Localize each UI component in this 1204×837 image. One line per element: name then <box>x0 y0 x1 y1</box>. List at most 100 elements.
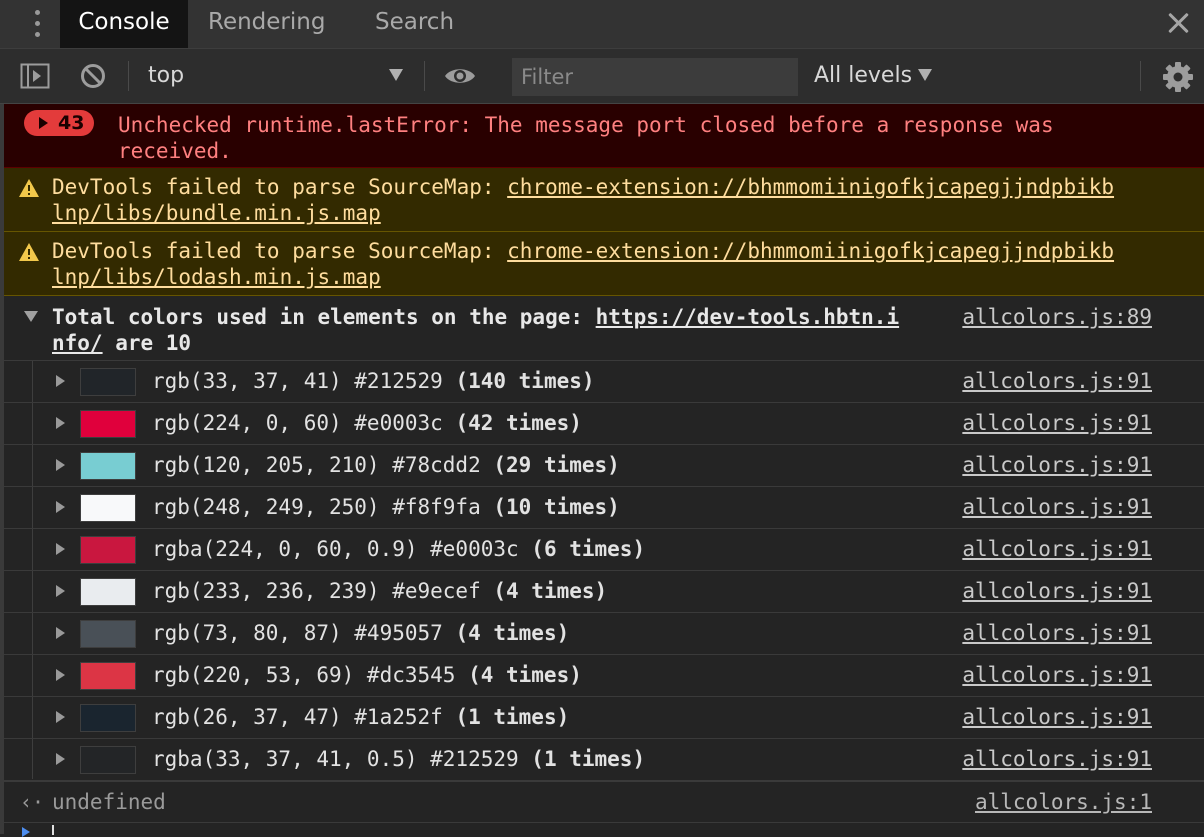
color-count: (1 times) <box>531 747 646 771</box>
warning-text: DevTools failed to parse SourceMap: chro… <box>52 174 1182 226</box>
expand-arrow-icon[interactable] <box>56 753 65 765</box>
color-row[interactable]: rgb(73, 80, 87) #495057 (4 times) allcol… <box>4 613 1204 655</box>
color-text: rgb(220, 53, 69) #dc3545 (4 times) <box>152 663 582 687</box>
console-warning-message: DevTools failed to parse SourceMap: chro… <box>4 168 1204 232</box>
console-result: ‹· undefined allcolors.js:1 <box>4 781 1204 822</box>
warning-prefix: DevTools failed to parse SourceMap: <box>52 175 508 199</box>
return-value-icon: ‹· <box>20 790 45 814</box>
gear-icon[interactable] <box>1162 61 1194 93</box>
expand-arrow-icon[interactable] <box>56 417 65 429</box>
filter-input[interactable] <box>512 58 798 96</box>
log-levels-dropdown[interactable]: All levels <box>814 63 912 88</box>
source-link[interactable]: allcolors.js:91 <box>962 621 1152 645</box>
color-row[interactable]: rgb(248, 249, 250) #f8f9fa (10 times) al… <box>4 487 1204 529</box>
console-toolbar: top All levels <box>0 49 1204 104</box>
chevron-down-icon[interactable] <box>918 69 932 81</box>
color-value: rgb(33, 37, 41) #212529 <box>152 369 456 393</box>
source-link[interactable]: allcolors.js:91 <box>962 495 1152 519</box>
color-row[interactable]: rgb(33, 37, 41) #212529 (140 times) allc… <box>4 361 1204 403</box>
expand-arrow-icon[interactable] <box>56 501 65 513</box>
source-link[interactable]: allcolors.js:91 <box>962 705 1152 729</box>
color-swatch <box>80 662 136 690</box>
color-value: rgb(26, 37, 47) #1a252f <box>152 705 456 729</box>
expand-arrow-icon[interactable] <box>56 711 65 723</box>
color-text: rgb(73, 80, 87) #495057 (4 times) <box>152 621 569 645</box>
drawer-tab-bar: Console Rendering Search <box>0 0 1204 49</box>
more-options-icon[interactable] <box>22 6 52 42</box>
color-count: (1 times) <box>455 705 570 729</box>
color-row[interactable]: rgb(26, 37, 47) #1a252f (1 times) allcol… <box>4 697 1204 739</box>
source-link[interactable]: allcolors.js:91 <box>962 453 1152 477</box>
color-swatch <box>80 368 136 396</box>
expand-arrow-icon[interactable] <box>56 669 65 681</box>
console-group-header[interactable]: Total colors used in elements on the pag… <box>4 296 1204 361</box>
source-link[interactable]: allcolors.js:91 <box>962 369 1152 393</box>
color-text: rgb(26, 37, 47) #1a252f (1 times) <box>152 705 569 729</box>
color-value: rgb(248, 249, 250) #f8f9fa <box>152 495 494 519</box>
group-title-prefix: Total colors used in elements on the pag… <box>52 305 596 329</box>
tab-search[interactable]: Search <box>375 0 454 48</box>
color-row[interactable]: rgb(220, 53, 69) #dc3545 (4 times) allco… <box>4 655 1204 697</box>
source-link[interactable]: allcolors.js:1 <box>975 790 1152 814</box>
color-swatch <box>80 494 136 522</box>
source-link[interactable]: allcolors.js:91 <box>962 747 1152 771</box>
collapse-arrow-icon[interactable] <box>24 311 38 322</box>
color-row[interactable]: rgba(33, 37, 41, 0.5) #212529 (1 times) … <box>4 739 1204 781</box>
tab-console[interactable]: Console <box>60 0 188 48</box>
color-swatch <box>80 746 136 774</box>
color-row[interactable]: rgba(224, 0, 60, 0.9) #e0003c (6 times) … <box>4 529 1204 571</box>
color-value: rgba(224, 0, 60, 0.9) #e0003c <box>152 537 532 561</box>
color-count: (4 times) <box>455 621 570 645</box>
clear-console-icon[interactable] <box>80 63 106 89</box>
expand-arrow-icon[interactable] <box>56 375 65 387</box>
context-selector[interactable]: top <box>148 63 184 88</box>
color-text: rgba(224, 0, 60, 0.9) #e0003c (6 times) <box>152 537 645 561</box>
source-link[interactable]: allcolors.js:89 <box>962 304 1152 330</box>
error-text: Unchecked runtime.lastError: The message… <box>118 113 1054 163</box>
group-title-suffix: are 10 <box>102 331 192 355</box>
expand-arrow-icon[interactable] <box>56 627 65 639</box>
toolbar-separator <box>128 61 129 91</box>
show-sidebar-icon[interactable] <box>20 63 50 89</box>
result-value: undefined <box>52 790 166 814</box>
color-count: (42 times) <box>455 411 582 435</box>
color-value: rgb(73, 80, 87) #495057 <box>152 621 456 645</box>
color-count: (140 times) <box>455 369 595 393</box>
console-prompt[interactable] <box>4 822 1204 837</box>
expand-arrow-icon <box>39 117 48 129</box>
console-error-message: 43 Unchecked runtime.lastError: The mess… <box>4 104 1204 168</box>
color-row[interactable]: rgb(233, 236, 239) #e9ecef (4 times) all… <box>4 571 1204 613</box>
close-drawer-icon[interactable] <box>1165 10 1191 36</box>
console-warning-message: DevTools failed to parse SourceMap: chro… <box>4 232 1204 296</box>
warning-icon <box>19 179 39 197</box>
color-swatch <box>80 620 136 648</box>
source-link[interactable]: allcolors.js:91 <box>962 579 1152 603</box>
color-row[interactable]: rgb(120, 205, 210) #78cdd2 (29 times) al… <box>4 445 1204 487</box>
warning-icon <box>19 243 39 261</box>
source-link[interactable]: allcolors.js:91 <box>962 411 1152 435</box>
expand-arrow-icon[interactable] <box>56 459 65 471</box>
color-value: rgb(233, 236, 239) #e9ecef <box>152 579 494 603</box>
color-row[interactable]: rgb(224, 0, 60) #e0003c (42 times) allco… <box>4 403 1204 445</box>
source-link[interactable]: allcolors.js:91 <box>962 663 1152 687</box>
color-text: rgba(33, 37, 41, 0.5) #212529 (1 times) <box>152 747 645 771</box>
tab-rendering[interactable]: Rendering <box>208 0 325 48</box>
toolbar-separator <box>1140 61 1141 91</box>
expand-arrow-icon[interactable] <box>56 543 65 555</box>
source-link[interactable]: allcolors.js:91 <box>962 537 1152 561</box>
eye-icon[interactable] <box>443 65 477 87</box>
color-swatch <box>80 452 136 480</box>
error-count-badge[interactable]: 43 <box>24 110 94 136</box>
color-swatch <box>80 704 136 732</box>
prompt-caret-icon <box>22 827 30 837</box>
color-swatch <box>80 536 136 564</box>
color-swatch <box>80 578 136 606</box>
warning-prefix: DevTools failed to parse SourceMap: <box>52 239 508 263</box>
color-count: (6 times) <box>531 537 646 561</box>
color-count: (10 times) <box>493 495 620 519</box>
color-text: rgb(33, 37, 41) #212529 (140 times) <box>152 369 595 393</box>
expand-arrow-icon[interactable] <box>56 585 65 597</box>
color-text: rgb(224, 0, 60) #e0003c (42 times) <box>152 411 582 435</box>
chevron-down-icon[interactable] <box>389 69 403 81</box>
color-value: rgb(220, 53, 69) #dc3545 <box>152 663 469 687</box>
